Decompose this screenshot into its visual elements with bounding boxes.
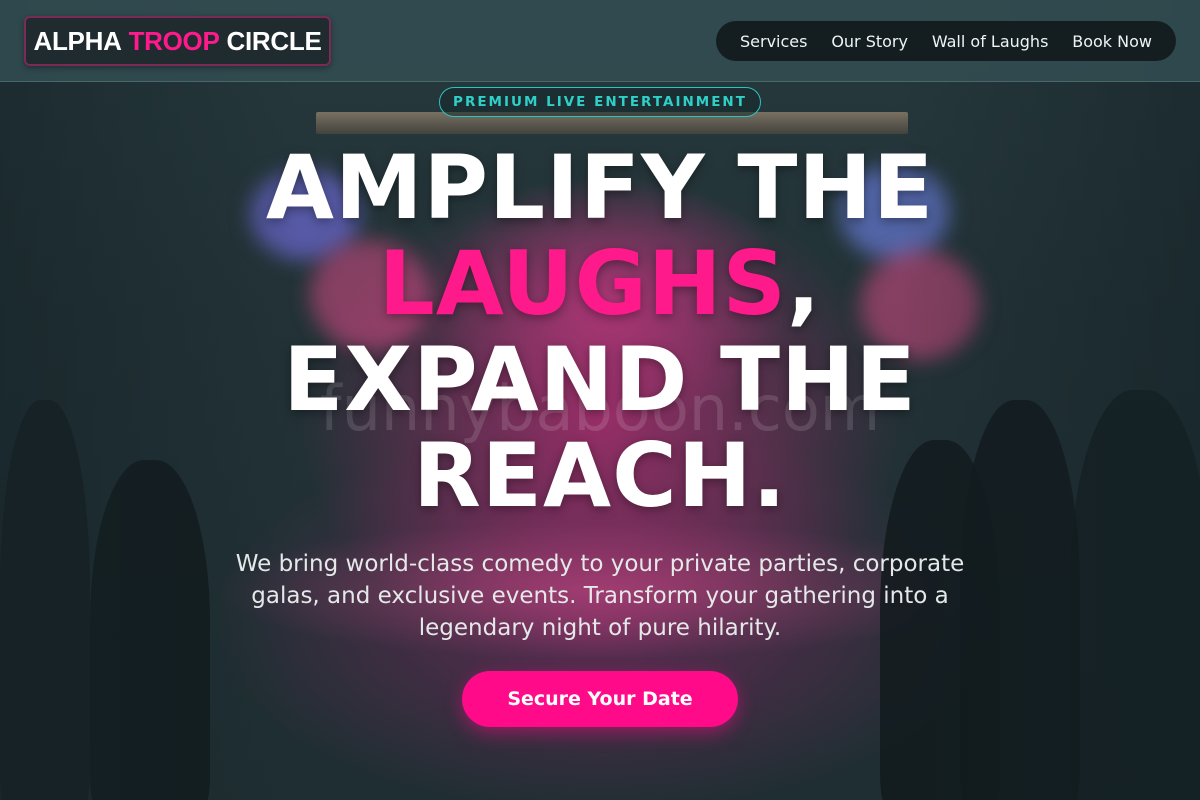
logo-word-3: CIRCLE — [226, 25, 322, 56]
hero-description: We bring world-class comedy to your priv… — [235, 551, 965, 641]
secure-date-button[interactable]: Secure Your Date — [462, 671, 738, 727]
nav-link-services[interactable]: Services — [740, 32, 807, 51]
logo-word-2: TROOP — [128, 25, 220, 56]
nav-link-our-story[interactable]: Our Story — [831, 32, 908, 51]
brand-logo[interactable]: ALPHA TROOP CIRCLE — [24, 16, 331, 66]
headline-line-1: AMPLIFY THE — [265, 136, 935, 239]
logo-word-1: ALPHA — [33, 25, 122, 56]
main-nav: Services Our Story Wall of Laughs Book N… — [716, 21, 1176, 61]
headline-highlight: LAUGHS — [378, 232, 787, 335]
headline-comma: , — [786, 232, 822, 335]
hero-badge: PREMIUM LIVE ENTERTAINMENT — [439, 87, 761, 117]
hero-headline: AMPLIFY THE LAUGHS, EXPAND THE REACH. — [200, 140, 1000, 524]
headline-line-4: REACH. — [413, 424, 787, 527]
headline-line-3: EXPAND THE — [283, 328, 917, 431]
headline-line-2: LAUGHS, — [200, 236, 1000, 332]
site-header: ALPHA TROOP CIRCLE Services Our Story Wa… — [0, 0, 1200, 82]
nav-link-book-now[interactable]: Book Now — [1072, 32, 1152, 51]
nav-link-wall-of-laughs[interactable]: Wall of Laughs — [932, 32, 1049, 51]
